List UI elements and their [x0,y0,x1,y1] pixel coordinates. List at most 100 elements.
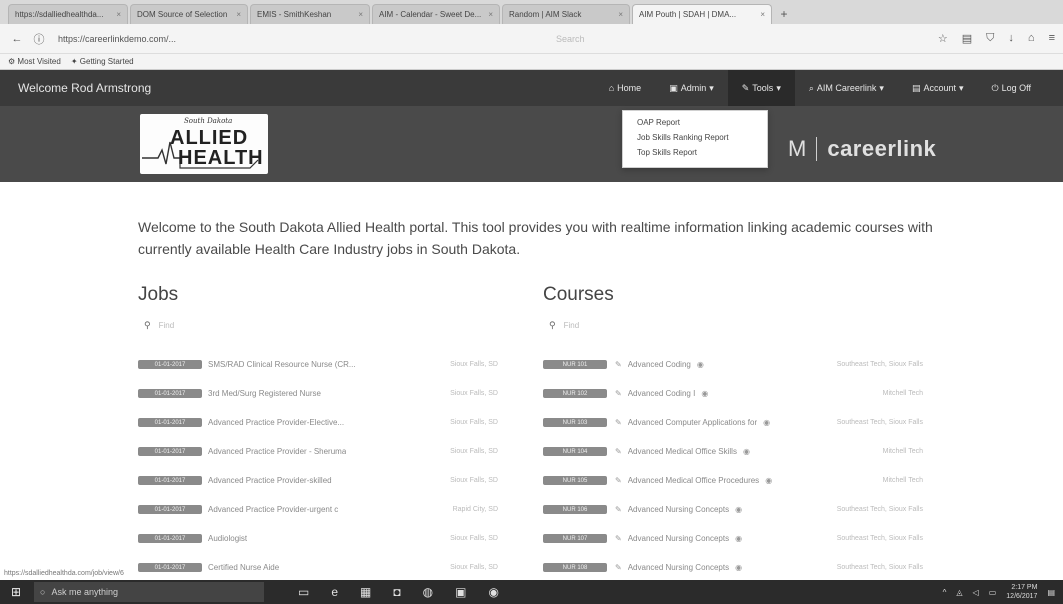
job-title-link[interactable]: Advanced Practice Provider - Sheruma [208,447,346,456]
cortana-search[interactable]: ○ Ask me anything [34,582,264,602]
outlook-icon[interactable]: ▣ [455,585,466,599]
info-circle-icon[interactable]: ◉ [735,505,742,514]
course-row[interactable]: NUR 102 ✎ Advanced Coding I ◉ Mitchell Tech [543,379,923,408]
star-icon[interactable]: ☆ [938,32,948,45]
edit-pencil-icon[interactable]: ✎ [615,476,622,485]
tab-close-icon[interactable]: × [484,10,493,19]
course-row[interactable]: NUR 108 ✎ Advanced Nursing Concepts ◉ Southe… [543,553,923,582]
browser-tab[interactable]: AIM - Calendar - Sweet De... × [372,4,500,24]
job-title-link[interactable]: SMS/RAD Clinical Resource Nurse (CR... [208,360,356,369]
browser-tab[interactable]: AIM Pouth | SDAH | DMA... × [632,4,772,24]
info-circle-icon[interactable]: ◉ [763,418,770,427]
info-circle-icon[interactable]: ◉ [735,563,742,572]
job-title-link[interactable]: Audiologist [208,534,247,543]
allied-health-logo[interactable]: South Dakota ALLIED HEALTH [140,114,268,174]
windows-start-icon[interactable]: ⊞ [8,584,24,600]
course-title-link[interactable]: Advanced Coding I [628,389,696,398]
course-title-link[interactable]: Advanced Nursing Concepts [628,534,729,543]
bookmark-getting-started[interactable]: ✦ Getting Started [71,57,134,66]
job-title-link[interactable]: 3rd Med/Surg Registered Nurse [208,389,321,398]
nav-account[interactable]: ▤ Account ▾ [898,70,978,106]
edit-pencil-icon[interactable]: ✎ [615,389,622,398]
home-browser-icon[interactable]: ⌂ [1028,32,1035,45]
jobs-search-input[interactable]: ⚲ Find [138,314,498,336]
course-title-link[interactable]: Advanced Nursing Concepts [628,505,729,514]
job-row[interactable]: 01-01-2017 Advanced Practice Provider-ski… [138,466,498,495]
dropdown-item[interactable]: Top Skills Report [623,145,767,160]
hamburger-menu-icon[interactable]: ≡ [1049,32,1055,45]
download-icon[interactable]: ↓ [1008,32,1014,45]
file-explorer-icon[interactable]: ▦ [360,585,371,599]
job-title-link[interactable]: Advanced Practice Provider-Elective... [208,418,344,427]
keyboard-icon[interactable]: ▭ [989,588,997,597]
nav-aim-careerlink[interactable]: ⌕ AIM Careerlink ▾ [795,70,898,106]
notification-icon[interactable]: ▤ [1047,588,1055,597]
info-circle-icon[interactable]: ◉ [743,447,750,456]
chrome-icon[interactable]: ◍ [423,585,433,599]
courses-search-input[interactable]: ⚲ Find [543,314,923,336]
job-row[interactable]: 01-01-2017 Audiologist Sioux Falls, SD [138,524,498,553]
reader-icon[interactable]: ▤ [962,32,972,45]
browser-tab[interactable]: Random | AIM Slack × [502,4,630,24]
tab-close-icon[interactable]: × [354,10,363,19]
browser-tab[interactable]: EMIS - SmithKeshan × [250,4,370,24]
course-title-link[interactable]: Advanced Computer Applications for [628,418,757,427]
nav-log-off[interactable]: ⏻ Log Off [978,70,1045,106]
course-row[interactable]: NUR 105 ✎ Advanced Medical Office Procedur… [543,466,923,495]
edge-browser-icon[interactable]: e [331,585,338,599]
course-row[interactable]: NUR 103 ✎ Advanced Computer Applications f… [543,408,923,437]
tab-close-icon[interactable]: × [756,10,765,19]
job-row[interactable]: 01-01-2017 3rd Med/Surg Registered Nurse S… [138,379,498,408]
dropdown-item[interactable]: OAP Report [623,115,767,130]
course-title-link[interactable]: Advanced Medical Office Procedures [628,476,759,485]
course-title-link[interactable]: Advanced Medical Office Skills [628,447,737,456]
course-row[interactable]: NUR 107 ✎ Advanced Nursing Concepts ◉ Southe… [543,524,923,553]
browser-tab[interactable]: https://sdalliedhealthda... × [8,4,128,24]
tab-close-icon[interactable]: × [232,10,241,19]
address-bar[interactable]: https://careerlinkdemo.com/... Search [52,29,928,49]
tab-close-icon[interactable]: × [112,10,121,19]
back-arrow-icon[interactable]: ← [8,30,26,48]
info-icon[interactable]: ⓘ [30,30,48,48]
info-circle-icon[interactable]: ◉ [697,360,704,369]
nav-home[interactable]: ⌂ Home [595,70,655,106]
tray-chevron-icon[interactable]: ^ [943,588,947,597]
info-circle-icon[interactable]: ◉ [701,389,708,398]
job-date-badge: 01-01-2017 [138,418,202,427]
job-title-link[interactable]: Advanced Practice Provider-urgent c [208,505,338,514]
new-tab-icon[interactable]: + [774,4,794,24]
info-circle-icon[interactable]: ◉ [735,534,742,543]
course-title-link[interactable]: Advanced Nursing Concepts [628,563,729,572]
taskbar-clock[interactable]: 2:17 PM 12/6/2017 [1006,583,1037,601]
nav-admin[interactable]: ▣ Admin ▾ [655,70,728,106]
tab-close-icon[interactable]: × [614,10,623,19]
nav-tools[interactable]: ✎ Tools ▾ [727,70,795,106]
edit-pencil-icon[interactable]: ✎ [615,447,622,456]
job-row[interactable]: 01-01-2017 Advanced Practice Provider-urg… [138,495,498,524]
firefox-icon[interactable]: ◉ [488,585,498,599]
job-row[interactable]: 01-01-2017 Advanced Practice Provider-Ele… [138,408,498,437]
edit-pencil-icon[interactable]: ✎ [615,534,622,543]
shield-icon[interactable]: ⛉ [986,32,994,45]
network-icon[interactable]: ◬ [956,588,962,597]
volume-icon[interactable]: ◁ [973,588,979,597]
edit-pencil-icon[interactable]: ✎ [615,505,622,514]
edit-pencil-icon[interactable]: ✎ [615,563,622,572]
job-row[interactable]: 01-01-2017 Certified Nurse Aide Sioux Fall… [138,553,498,582]
job-row[interactable]: 01-01-2017 Advanced Practice Provider - S… [138,437,498,466]
browser-tab[interactable]: DOM Source of Selection × [130,4,248,24]
info-circle-icon[interactable]: ◉ [765,476,772,485]
job-row[interactable]: 01-01-2017 SMS/RAD Clinical Resource Nurs… [138,350,498,379]
edit-pencil-icon[interactable]: ✎ [615,360,622,369]
course-row[interactable]: NUR 106 ✎ Advanced Nursing Concepts ◉ Southe… [543,495,923,524]
job-title-link[interactable]: Advanced Practice Provider-skilled [208,476,332,485]
task-view-icon[interactable]: ▭ [298,585,309,599]
course-row[interactable]: NUR 101 ✎ Advanced Coding ◉ Southeast Tech, … [543,350,923,379]
course-row[interactable]: NUR 104 ✎ Advanced Medical Office Skills ◉ M… [543,437,923,466]
dropdown-item[interactable]: Job Skills Ranking Report [623,130,767,145]
job-title-link[interactable]: Certified Nurse Aide [208,563,279,572]
course-title-link[interactable]: Advanced Coding [628,360,691,369]
bookmark-most-visited[interactable]: ⚙ Most Visited [8,57,61,66]
edit-pencil-icon[interactable]: ✎ [615,418,622,427]
store-icon[interactable]: ◘ [393,585,400,599]
